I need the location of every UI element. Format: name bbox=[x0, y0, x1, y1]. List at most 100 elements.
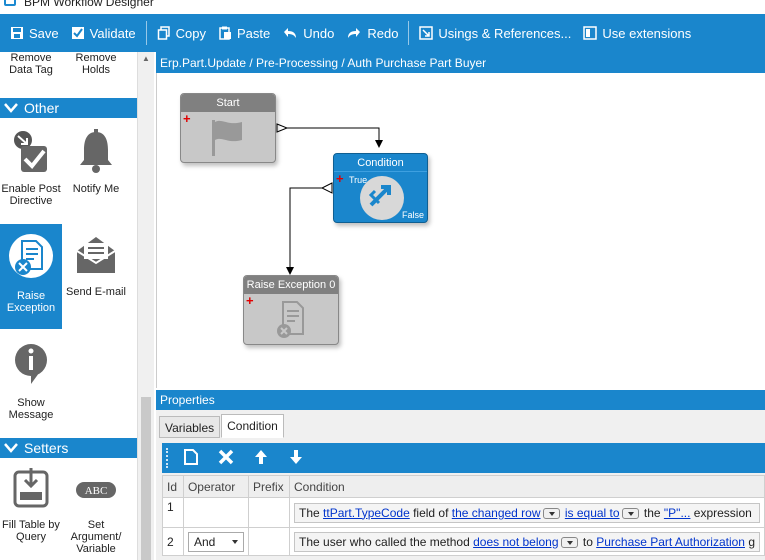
activity-palette: Remove Data Tag Remove Holds Other Enabl… bbox=[0, 52, 154, 560]
row-dropdown-icon[interactable] bbox=[542, 507, 560, 519]
properties-tabs: Variables Condition bbox=[159, 414, 285, 438]
cell-operator[interactable]: And bbox=[182, 527, 249, 556]
save-button[interactable]: Save bbox=[4, 14, 65, 52]
group-header-setters[interactable]: Setters bbox=[0, 438, 137, 458]
raise-exception-icon bbox=[0, 231, 62, 284]
row-link[interactable]: the changed row bbox=[452, 506, 541, 520]
comparison-link[interactable]: is equal to bbox=[565, 506, 620, 520]
toolbar-separator bbox=[408, 21, 410, 45]
value-link[interactable]: "P"... bbox=[664, 506, 691, 520]
connector-start-to-condition bbox=[287, 127, 383, 148]
node-start[interactable]: Start + bbox=[180, 93, 276, 163]
tab-variables[interactable]: Variables bbox=[159, 416, 221, 438]
palette-item-raise-exception[interactable]: Raise Exception bbox=[0, 224, 62, 329]
cell-prefix[interactable] bbox=[247, 497, 291, 528]
chevron-down-icon bbox=[4, 443, 18, 453]
column-header-prefix[interactable]: Prefix bbox=[247, 475, 291, 498]
fill-table-icon bbox=[0, 466, 62, 513]
bell-icon bbox=[65, 128, 127, 177]
validate-button[interactable]: Validate bbox=[65, 14, 142, 52]
node-raise-exception-title: Raise Exception 0 bbox=[244, 276, 338, 294]
undo-button[interactable]: Undo bbox=[276, 14, 340, 52]
use-extensions-button[interactable]: Use extensions bbox=[577, 14, 697, 52]
scrollbar-thumb[interactable] bbox=[141, 397, 151, 560]
delete-icon bbox=[218, 449, 234, 468]
delete-condition-button[interactable] bbox=[213, 445, 239, 471]
checkbox-icon bbox=[71, 26, 85, 40]
node-condition[interactable]: Condition + True False bbox=[333, 153, 428, 223]
toolbar-grip bbox=[166, 448, 168, 468]
condition-true-port bbox=[320, 182, 333, 194]
palette-item-remove-data-tag[interactable]: Remove Data Tag bbox=[0, 52, 62, 76]
arrow-up-icon bbox=[254, 449, 268, 468]
redo-icon bbox=[346, 27, 362, 39]
palette-item-show-message[interactable]: Show Message bbox=[0, 340, 62, 421]
breadcrumb: Erp.Part.Update / Pre-Processing / Auth … bbox=[156, 52, 765, 73]
palette-item-send-email[interactable]: Send E-mail bbox=[65, 231, 127, 321]
palette-item-enable-post-directive[interactable]: Enable Post Directive bbox=[0, 128, 62, 218]
abc-icon: ABC bbox=[65, 478, 127, 513]
column-header-id[interactable]: Id bbox=[162, 475, 184, 498]
properties-panel: Variables Condition Id Operator Prefix C… bbox=[156, 410, 765, 560]
envelope-icon bbox=[65, 231, 127, 280]
field-link[interactable]: ttPart.TypeCode bbox=[323, 506, 410, 520]
cell-id: 1 bbox=[162, 497, 184, 528]
extensions-icon bbox=[583, 26, 598, 40]
column-header-operator[interactable]: Operator bbox=[182, 475, 249, 498]
chevron-down-icon bbox=[231, 539, 238, 544]
node-raise-exception[interactable]: Raise Exception 0 + bbox=[243, 275, 339, 345]
move-up-button[interactable] bbox=[248, 445, 274, 471]
table-row[interactable]: 2 And The user who called the method doe… bbox=[162, 527, 765, 556]
new-document-icon bbox=[184, 448, 198, 468]
condition-toolbar bbox=[162, 443, 765, 473]
properties-title: Properties bbox=[156, 390, 765, 410]
palette-item-fill-table-by-query[interactable]: Fill Table by Query bbox=[0, 466, 62, 560]
tab-condition[interactable]: Condition bbox=[221, 414, 284, 438]
redo-button[interactable]: Redo bbox=[340, 14, 404, 52]
cell-condition[interactable]: The ttPart.TypeCode field of the changed… bbox=[289, 497, 765, 528]
workflow-canvas[interactable]: Start + Condition + True False Raise Exc… bbox=[156, 73, 765, 388]
add-icon[interactable]: + bbox=[183, 112, 191, 125]
app-icon bbox=[4, 0, 16, 6]
palette-item-notify-me[interactable]: Notify Me bbox=[65, 128, 127, 218]
cell-condition[interactable]: The user who called the method does not … bbox=[289, 527, 765, 556]
group-link[interactable]: Purchase Part Authorization bbox=[596, 535, 745, 549]
group-header-other[interactable]: Other bbox=[0, 98, 137, 118]
table-row[interactable]: 1 The ttPart.TypeCode field of the chang… bbox=[162, 497, 765, 528]
cell-operator[interactable] bbox=[182, 497, 249, 528]
cell-id: 2 bbox=[162, 527, 184, 556]
info-bubble-icon bbox=[0, 340, 62, 391]
condition-grid: Id Operator Prefix Condition 1 The ttPar… bbox=[162, 475, 765, 556]
usings-references-button[interactable]: Usings & References... bbox=[413, 14, 577, 52]
palette-item-remove-holds[interactable]: Remove Holds bbox=[65, 52, 127, 76]
membership-dropdown-icon[interactable] bbox=[560, 536, 578, 548]
raise-exception-icon bbox=[273, 300, 311, 343]
membership-link[interactable]: does not belong bbox=[473, 535, 558, 549]
window-titlebar: BPM Workflow Designer bbox=[0, 0, 765, 14]
node-start-title: Start bbox=[181, 94, 275, 112]
palette-item-set-argument-variable[interactable]: ABC Set Argument/ Variable bbox=[65, 478, 127, 560]
node-condition-title: Condition bbox=[334, 154, 427, 172]
new-condition-button[interactable] bbox=[178, 445, 204, 471]
add-icon[interactable]: + bbox=[336, 172, 344, 185]
copy-button[interactable]: Copy bbox=[151, 14, 212, 52]
move-down-button[interactable] bbox=[283, 445, 309, 471]
main-toolbar: Save Validate Copy Paste Undo Redo Using… bbox=[0, 14, 765, 52]
connector-condition-to-raise bbox=[286, 187, 332, 275]
copy-icon bbox=[157, 26, 171, 40]
scroll-up-icon[interactable]: ▲ bbox=[142, 54, 150, 63]
add-icon[interactable]: + bbox=[246, 294, 254, 307]
column-header-condition[interactable]: Condition bbox=[289, 475, 765, 498]
svg-text:ABC: ABC bbox=[85, 485, 108, 497]
palette-scrollbar[interactable]: ▲ bbox=[137, 52, 154, 560]
operator-select[interactable]: And bbox=[187, 531, 244, 552]
save-icon bbox=[10, 26, 24, 40]
undo-icon bbox=[282, 27, 298, 39]
condition-expression: The ttPart.TypeCode field of the changed… bbox=[294, 502, 760, 523]
cell-prefix[interactable] bbox=[247, 527, 291, 556]
arrow-down-icon bbox=[289, 449, 303, 468]
comparison-dropdown-icon[interactable] bbox=[621, 507, 639, 519]
paste-icon bbox=[218, 26, 232, 40]
flag-icon bbox=[208, 118, 248, 161]
paste-button[interactable]: Paste bbox=[212, 14, 276, 52]
